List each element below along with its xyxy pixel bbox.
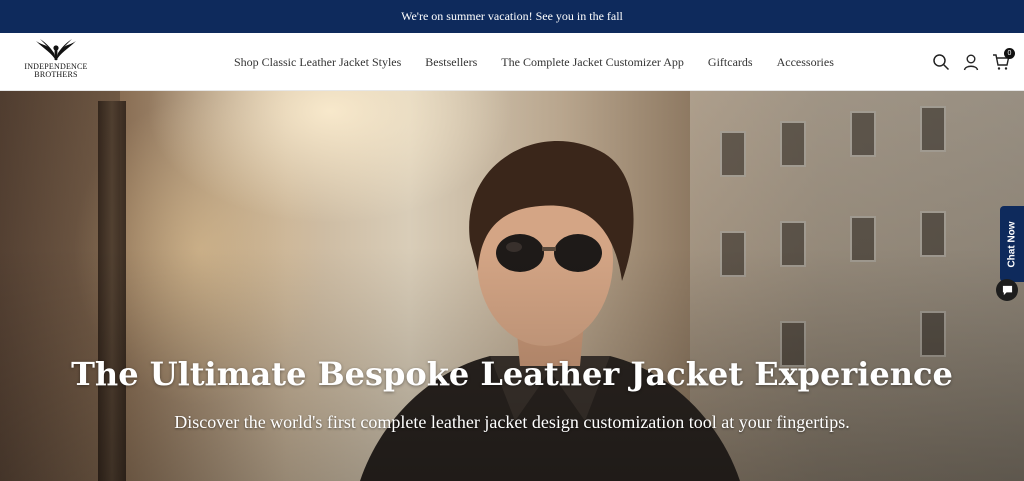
search-icon[interactable] — [932, 53, 950, 71]
nav-item-bestsellers[interactable]: Bestsellers — [425, 55, 477, 70]
nav-item-customizer-app[interactable]: The Complete Jacket Customizer App — [501, 55, 684, 70]
chat-now-label: Chat Now — [1006, 220, 1018, 268]
main-nav: Shop Classic Leather Jacket Styles Bests… — [228, 33, 858, 91]
hero-title: The Ultimate Bespoke Leather Jacket Expe… — [71, 355, 953, 393]
site-header: INDEPENDENCE BROTHERS Shop Classic Leath… — [0, 33, 1024, 91]
site-logo[interactable]: INDEPENDENCE BROTHERS — [20, 39, 92, 85]
header-icons: 0 — [932, 33, 1015, 91]
chat-now-tab[interactable]: Chat Now — [1000, 206, 1024, 282]
cart-count-badge: 0 — [1004, 48, 1015, 59]
chat-bubble-icon[interactable] — [996, 279, 1018, 301]
nav-item-giftcards[interactable]: Giftcards — [708, 55, 753, 70]
nav-item-classic-styles[interactable]: Shop Classic Leather Jacket Styles — [234, 55, 401, 70]
announcement-text: We're on summer vacation! See you in the… — [401, 9, 623, 23]
hero-banner: The Ultimate Bespoke Leather Jacket Expe… — [0, 91, 1024, 481]
nav-item-accessories[interactable]: Accessories — [777, 55, 834, 70]
hero-subtitle: Discover the world's first complete leat… — [174, 412, 850, 432]
logo-text-line2: BROTHERS — [34, 70, 78, 79]
announcement-bar: We're on summer vacation! See you in the… — [0, 0, 1024, 33]
user-icon[interactable] — [962, 53, 980, 71]
wings-logo-icon — [36, 39, 76, 61]
cart-icon[interactable]: 0 — [992, 48, 1015, 71]
